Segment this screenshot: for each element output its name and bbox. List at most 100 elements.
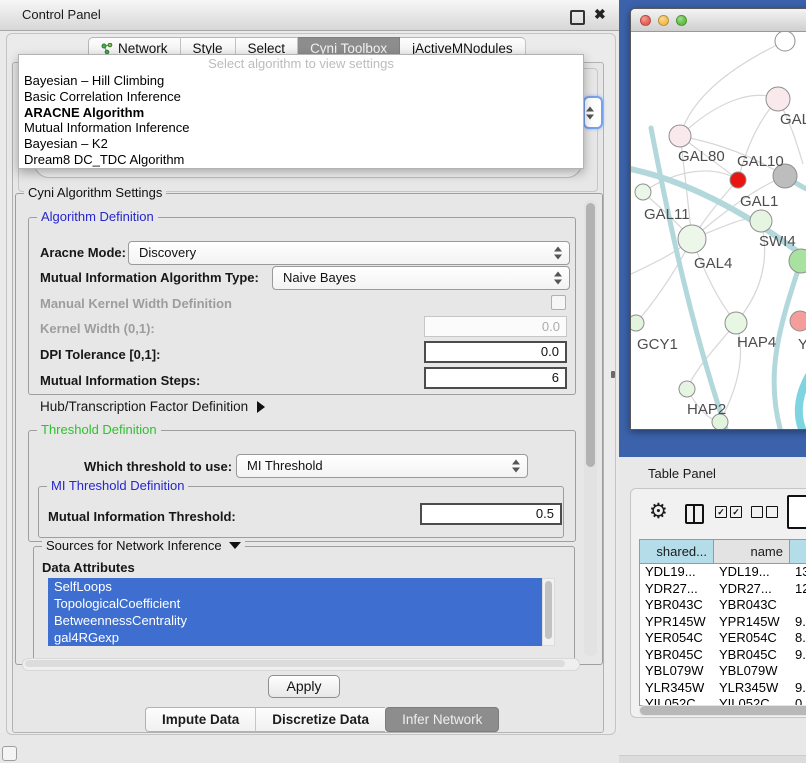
network-node[interactable] (631, 315, 644, 331)
float-window-icon[interactable] (570, 10, 585, 25)
document-icon[interactable] (787, 495, 806, 529)
scrollbar-thumb[interactable] (545, 581, 552, 639)
table-row[interactable]: YBR045CYBR045C9. (640, 647, 806, 664)
which-threshold-label: Which threshold to use: (84, 459, 232, 474)
which-threshold-combobox[interactable]: MI Threshold (236, 454, 528, 478)
algorithm-combobox-fragment[interactable] (583, 96, 603, 129)
attribute-list-item[interactable]: gal4RGexp (48, 629, 542, 646)
node-attribute-table[interactable]: shared...nameYDL19...YDL19...13YDR27...Y… (639, 539, 806, 706)
unchecked-checkbox-icon[interactable] (766, 506, 778, 518)
table-cell: YBL079W (640, 663, 714, 680)
network-node[interactable] (730, 172, 746, 188)
mi-threshold-field[interactable]: 0.5 (420, 503, 562, 525)
attribute-list-item[interactable]: BetweennessCentrality (48, 612, 542, 629)
splitter-handle[interactable] (611, 371, 615, 378)
table-row[interactable]: YBL079WYBL079W (640, 663, 806, 680)
data-attributes-list[interactable]: SelfLoopsTopologicalCoefficientBetweenne… (48, 578, 542, 646)
minimized-panel-icon[interactable] (2, 746, 17, 761)
control-panel-title: Control Panel (22, 7, 101, 22)
dropdown-item[interactable]: Mutual Information Inference (19, 120, 583, 136)
bottom-tab-impute-data[interactable]: Impute Data (145, 707, 255, 732)
table-cell: 9. (790, 647, 806, 664)
dropdown-item[interactable]: Dream8 DC_TDC Algorithm (19, 152, 583, 168)
network-node[interactable] (725, 312, 747, 334)
table-cell: YDL19... (714, 564, 790, 581)
dropdown-item[interactable]: Bayesian – Hill Climbing (19, 73, 583, 89)
which-threshold-value: MI Threshold (247, 458, 323, 473)
apply-button[interactable]: Apply (268, 675, 340, 698)
hub-definition-expander[interactable]: Hub/Transcription Factor Definition (40, 399, 265, 414)
unchecked-checkbox-icon[interactable] (751, 506, 763, 518)
network-node[interactable] (635, 184, 651, 200)
network-window-titlebar[interactable] (631, 9, 806, 32)
node-label: GAL80 (678, 148, 725, 165)
network-node[interactable] (775, 32, 795, 51)
node-label: HAP4 (737, 334, 776, 351)
table-cell (790, 663, 806, 680)
mi-type-label: Mutual Information Algorithm Type: (40, 270, 259, 285)
scrollbar-thumb[interactable] (586, 203, 595, 467)
aracne-mode-combobox[interactable]: Discovery (128, 241, 570, 265)
manual-kernel-checkbox[interactable] (551, 295, 566, 310)
table-row[interactable]: YDR27...YDR27...12 (640, 581, 806, 598)
table-cell: YLR345W (714, 680, 790, 697)
settings-horizontal-scrollbar[interactable] (22, 658, 580, 671)
table-cell: 9. (790, 680, 806, 697)
dropdown-item[interactable]: ARACNE Algorithm (19, 105, 583, 121)
threshold-definition-title: Threshold Definition (37, 422, 161, 437)
mac-minimize-button[interactable] (658, 15, 669, 26)
network-node[interactable] (678, 225, 706, 253)
table-cell: YDR27... (714, 581, 790, 598)
mac-close-button[interactable] (640, 15, 651, 26)
bottom-tab-infer-network[interactable]: Infer Network (385, 707, 499, 732)
scrollbar-thumb[interactable] (25, 660, 565, 667)
attribute-list-item[interactable]: SelfLoops (48, 578, 542, 595)
network-node[interactable] (766, 87, 790, 111)
mi-steps-field[interactable]: 6 (424, 367, 567, 389)
scrollbar-thumb[interactable] (640, 706, 806, 715)
network-node[interactable] (669, 125, 691, 147)
algorithm-dropdown-popup: Select algorithm to view settings Bayesi… (18, 54, 584, 169)
network-node[interactable] (790, 311, 806, 331)
table-cell: 12 (790, 581, 806, 598)
column-header[interactable] (790, 540, 806, 563)
dropdown-item[interactable]: Basic Correlation Inference (19, 89, 583, 105)
dpi-tolerance-field[interactable]: 0.0 (424, 341, 567, 363)
network-node[interactable] (679, 381, 695, 397)
table-row[interactable]: YPR145WYPR145W9. (640, 614, 806, 631)
table-row[interactable]: YDL19...YDL19...13 (640, 564, 806, 581)
table-horizontal-scrollbar[interactable] (639, 705, 806, 716)
checked-checkbox-icon[interactable]: ✓ (730, 506, 742, 518)
table-row[interactable]: YER054CYER054C8. (640, 630, 806, 647)
mi-type-value: Naive Bayes (283, 270, 356, 285)
network-node[interactable] (750, 210, 772, 232)
attribute-list-item[interactable]: TopologicalCoefficient (48, 595, 542, 612)
network-node[interactable] (789, 249, 806, 273)
mi-type-combobox[interactable]: Naive Bayes (272, 266, 570, 290)
table-cell: YDR27... (640, 581, 714, 598)
bottom-tab-discretize-data[interactable]: Discretize Data (255, 707, 385, 732)
dropdown-placeholder: Select algorithm to view settings (19, 55, 583, 73)
node-label: GAL1 (740, 193, 778, 210)
table-cell: YBR045C (640, 647, 714, 664)
kernel-width-field[interactable]: 0.0 (424, 316, 567, 337)
dropdown-item[interactable]: Bayesian – K2 (19, 136, 583, 152)
table-cell: YLR345W (640, 680, 714, 697)
gear-icon[interactable]: ⚙ (649, 499, 668, 524)
column-header[interactable]: shared... (640, 540, 714, 563)
sources-group-title[interactable]: Sources for Network Inference (42, 538, 245, 553)
column-header[interactable]: name (714, 540, 790, 563)
table-row[interactable]: YLR345WYLR345W9. (640, 680, 806, 697)
table-cell: YBR045C (714, 647, 790, 664)
table-row[interactable]: YBR043CYBR043C (640, 597, 806, 614)
network-view-window[interactable]: GALGAL80GAL10GAL11GAL1SWI4GAL4GCY1HAP4YH… (630, 8, 806, 430)
aracne-mode-value: Discovery (139, 245, 196, 260)
mac-zoom-button[interactable] (676, 15, 687, 26)
close-icon[interactable]: ✖ (594, 6, 606, 23)
settings-vertical-scrollbar[interactable] (584, 200, 597, 656)
attribute-list-scrollbar[interactable] (542, 578, 555, 646)
checked-checkbox-icon[interactable]: ✓ (715, 506, 727, 518)
network-canvas[interactable]: GALGAL80GAL10GAL11GAL1SWI4GAL4GCY1HAP4YH… (631, 32, 806, 429)
columns-icon[interactable] (685, 504, 704, 524)
mi-steps-label: Mutual Information Steps: (40, 373, 200, 388)
